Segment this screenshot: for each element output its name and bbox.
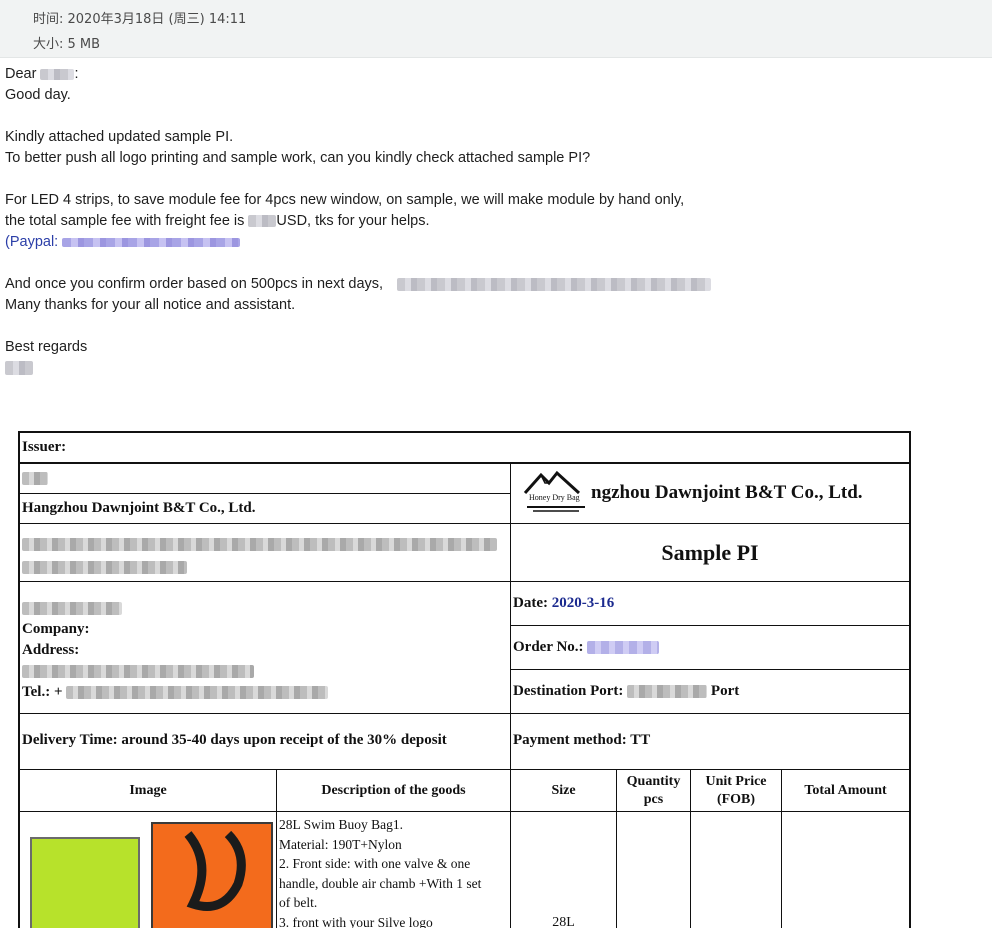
salutation-colon: :: [74, 66, 79, 82]
confirm-text: And once you confirm order based on 500p…: [5, 276, 384, 292]
customer-block: Company: Address: Tel.: +: [20, 582, 511, 714]
logo-text: Honey Dry Bag: [529, 493, 580, 502]
issuer-address-row: [20, 524, 511, 582]
mail-body: Dear : Good day. Kindly attached updated…: [5, 64, 965, 379]
paypal-line: (Paypal:: [5, 232, 965, 253]
order-row: Order No.:: [511, 626, 909, 670]
company-header: ngzhou Dawnjoint B&T Co., Ltd.: [591, 482, 863, 503]
customer-tel-label: Tel.: +: [22, 684, 63, 700]
date-value: 2020-3-16: [551, 595, 615, 611]
product-image-orange: [151, 822, 273, 928]
body-line-1: Kindly attached updated sample PI.: [5, 129, 234, 145]
redacted-text: [397, 277, 712, 291]
salutation-line: Dear :: [5, 64, 965, 85]
pi-title: Sample PI: [661, 540, 759, 565]
product-total: [782, 812, 909, 928]
sample-pi-document: Issuer: Hangzhou Dawnjoint B&T Co., Ltd.…: [18, 431, 911, 928]
redacted-paypal: [62, 237, 241, 247]
mail-header: 时间: 2020年3月18日 (周三) 14:11 大小: 5 MB: [0, 0, 992, 58]
product-image-green: [30, 837, 140, 928]
fee-text: the total sample fee with freight fee is: [5, 213, 245, 229]
destination-row: Destination Port: Port: [511, 670, 909, 714]
destination-port: Port: [710, 683, 740, 699]
paypal-label: (Paypal:: [5, 234, 59, 250]
desc-line: 28L Swim Buoy Bag1.: [279, 817, 404, 832]
body-line-6: Many thanks for your all notice and assi…: [5, 297, 296, 313]
greeting: Good day.: [5, 87, 71, 103]
body-line-3: For LED 4 strips, to save module fee for…: [5, 192, 685, 208]
product-quantity: [617, 812, 691, 928]
title-row: Sample PI: [511, 524, 909, 582]
body-line-5: And once you confirm order based on 500p…: [5, 274, 965, 295]
issuer-name-row: [20, 464, 511, 494]
col-description: Description of the goods: [277, 770, 511, 812]
redacted-signature: [5, 361, 33, 376]
desc-line: handle, double air chamb +With 1 set: [279, 875, 482, 891]
body-line-4: the total sample fee with freight fee is…: [5, 211, 965, 232]
col-quantity: Quantity pcs: [617, 770, 691, 812]
payment-method: Payment method: TT: [511, 714, 909, 770]
customer-address-label: Address:: [22, 642, 80, 658]
honey-dry-bag-logo: Honey Dry Bag: [521, 469, 591, 515]
destination-label: Destination Port:: [513, 683, 624, 699]
date-label: Date:: [513, 595, 548, 611]
desc-line: of belt.: [279, 895, 318, 910]
product-unit-price: [691, 812, 782, 928]
date-row: Date: 2020-3-16: [511, 582, 909, 626]
product-image-cell: [20, 812, 277, 928]
redacted-amount: [248, 215, 277, 228]
mail-size: 大小: 5 MB: [33, 37, 101, 52]
delivery-time: Delivery Time: around 35-40 days upon re…: [20, 714, 511, 770]
body-line-2: To better push all logo printing and sam…: [5, 150, 591, 166]
desc-line: 2. Front side: with one valve & one: [279, 856, 471, 871]
product-size: 28L: [511, 812, 617, 928]
issuer-row: Issuer:: [20, 433, 909, 464]
regards: Best regards: [5, 339, 88, 355]
col-unit-price: Unit Price (FOB): [691, 770, 782, 812]
signature-line: [5, 358, 965, 379]
company-logo-row: Honey Dry Bag ngzhou Dawnjoint B&T Co., …: [511, 464, 909, 524]
redacted-name: [40, 68, 75, 80]
fee-suffix: USD, tks for your helps.: [276, 213, 430, 229]
product-description: 28L Swim Buoy Bag1. Material: 190T+Nylon…: [277, 812, 511, 928]
customer-company-label: Company:: [22, 621, 90, 637]
salutation: Dear: [5, 66, 37, 82]
col-total: Total Amount: [782, 770, 909, 812]
desc-line: 3. front with your Silve logo: [279, 914, 433, 928]
issuer-company: Hangzhou Dawnjoint B&T Co., Ltd.: [20, 494, 511, 524]
order-label: Order No.:: [513, 639, 584, 655]
mail-time: 时间: 2020年3月18日 (周三) 14:11: [33, 12, 247, 27]
col-image: Image: [20, 770, 277, 812]
desc-line: Material: 190T+Nylon: [279, 836, 402, 852]
col-size: Size: [511, 770, 617, 812]
